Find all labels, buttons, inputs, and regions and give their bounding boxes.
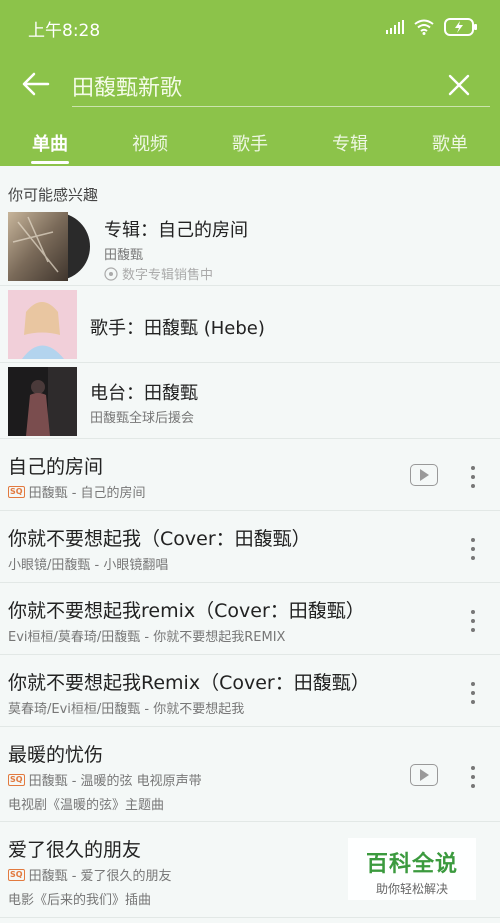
suggestion-status: 数字专辑销售中	[104, 264, 213, 283]
tab-singles[interactable]: 单曲	[0, 125, 100, 166]
sq-badge: SQ	[8, 773, 25, 786]
more-options-icon[interactable]	[468, 766, 478, 790]
song-description: 电视剧《温暖的弦》主题曲	[8, 798, 165, 813]
tab-singers[interactable]: 歌手	[200, 125, 300, 166]
more-options-icon[interactable]	[468, 538, 478, 562]
song-description: 电影《后来的我们》插曲	[8, 893, 152, 908]
watermark-title: 百科全说	[365, 852, 458, 877]
watermark-subtitle: 助你轻松解决	[375, 882, 448, 896]
suggestion-album[interactable]: 专辑：自己的房间 田馥甄 数字专辑销售中	[0, 208, 500, 286]
song-title: 最暖的忧伤	[8, 744, 104, 766]
song-meta: 莫春琦/Evi桓桓/田馥甄 - 你就不要想起我	[8, 698, 244, 717]
song-row[interactable]: 最暖的忧伤 SQ 田馥甄 - 温暖的弦 电视原声带 电视剧《温暖的弦》主题曲	[0, 727, 500, 822]
close-icon	[448, 74, 470, 96]
suggestion-artist: 田馥甄	[104, 248, 144, 263]
suggestion-title: 专辑：自己的房间	[104, 220, 248, 241]
album-cover	[8, 212, 90, 281]
watermark-logo: 百科全说 助你轻松解决	[348, 838, 476, 900]
tab-bar: 单曲 视频 歌手 专辑 歌单	[0, 125, 500, 166]
song-artist-album: 田馥甄 - 爱了很久的朋友	[28, 869, 172, 884]
suggestions-title: 你可能感兴趣	[8, 186, 99, 204]
song-title: 自己的房间	[8, 456, 104, 478]
suggestion-status-text: 数字专辑销售中	[122, 268, 214, 283]
song-extra: 电视剧《温暖的弦》主题曲	[8, 794, 164, 813]
song-artist-album: 莫春琦/Evi桓桓/田馥甄 - 你就不要想起我	[8, 702, 245, 717]
song-meta: SQ 田馥甄 - 温暖的弦 电视原声带	[8, 770, 202, 789]
singer-avatar	[8, 290, 77, 359]
suggestion-title: 歌手：田馥甄 (Hebe)	[90, 318, 265, 339]
more-options-icon[interactable]	[468, 682, 478, 706]
suggestion-singer[interactable]: 歌手：田馥甄 (Hebe)	[0, 286, 500, 363]
status-time: 上午8:28	[28, 21, 101, 41]
sq-badge: SQ	[8, 868, 25, 881]
song-title: 爱了很久的朋友	[8, 839, 142, 861]
song-meta: SQ 田馥甄 - 爱了很久的朋友	[8, 865, 172, 884]
tab-albums[interactable]: 专辑	[300, 125, 400, 166]
song-extra: 电影《后来的我们》插曲	[8, 889, 151, 908]
clear-search-button[interactable]	[444, 70, 474, 100]
mv-play-icon[interactable]	[410, 764, 438, 786]
song-artist-album: Evi桓桓/莫春琦/田馥甄 - 你就不要想起我REMIX	[8, 630, 286, 645]
radio-cover	[8, 367, 77, 436]
disc-icon	[104, 266, 118, 281]
battery-icon	[444, 18, 477, 36]
status-icons	[386, 16, 478, 38]
arrow-left-icon	[22, 72, 50, 96]
search-input[interactable]: 田馥甄新歌	[72, 64, 490, 107]
wifi-icon	[414, 19, 434, 35]
tab-playlists[interactable]: 歌单	[400, 125, 500, 166]
song-row[interactable]: 你就不要想起我Remix（Cover：田馥甄） 莫春琦/Evi桓桓/田馥甄 - …	[0, 655, 500, 727]
song-title: 你就不要想起我remix（Cover：田馥甄）	[8, 600, 365, 622]
suggestion-title: 电台：田馥甄	[90, 383, 198, 404]
song-title: 你就不要想起我（Cover：田馥甄）	[8, 528, 311, 550]
song-meta: Evi桓桓/莫春琦/田馥甄 - 你就不要想起我REMIX	[8, 626, 285, 645]
more-options-icon[interactable]	[468, 610, 478, 634]
search-query[interactable]: 田馥甄新歌	[72, 70, 182, 102]
song-artist-album: 小眼镜/田馥甄 - 小眼镜翻唱	[8, 558, 169, 573]
song-title: 你就不要想起我Remix（Cover：田馥甄）	[8, 672, 370, 694]
more-options-icon[interactable]	[468, 466, 478, 490]
back-button[interactable]	[18, 66, 54, 102]
signal-icon	[386, 20, 404, 34]
sq-badge: SQ	[8, 485, 25, 498]
suggestion-subtitle: 田馥甄全球后援会	[90, 411, 195, 426]
tab-videos[interactable]: 视频	[100, 125, 200, 166]
song-artist-album: 田馥甄 - 自己的房间	[28, 486, 146, 501]
song-meta: 小眼镜/田馥甄 - 小眼镜翻唱	[8, 554, 168, 573]
song-row[interactable]: 你就不要想起我（Cover：田馥甄） 小眼镜/田馥甄 - 小眼镜翻唱	[0, 511, 500, 583]
song-artist-album: 田馥甄 - 温暖的弦 电视原声带	[28, 774, 202, 789]
song-row[interactable]: 自己的房间 SQ 田馥甄 - 自己的房间	[0, 439, 500, 511]
app-header: 上午8:28 田馥甄新歌 单曲 视频 歌手 专辑 歌单	[0, 0, 500, 166]
suggestion-radio[interactable]: 电台：田馥甄 田馥甄全球后援会	[0, 363, 500, 439]
mv-play-icon[interactable]	[410, 464, 438, 486]
song-meta: SQ 田馥甄 - 自己的房间	[8, 482, 146, 501]
song-row[interactable]: 你就不要想起我remix（Cover：田馥甄） Evi桓桓/莫春琦/田馥甄 - …	[0, 583, 500, 655]
